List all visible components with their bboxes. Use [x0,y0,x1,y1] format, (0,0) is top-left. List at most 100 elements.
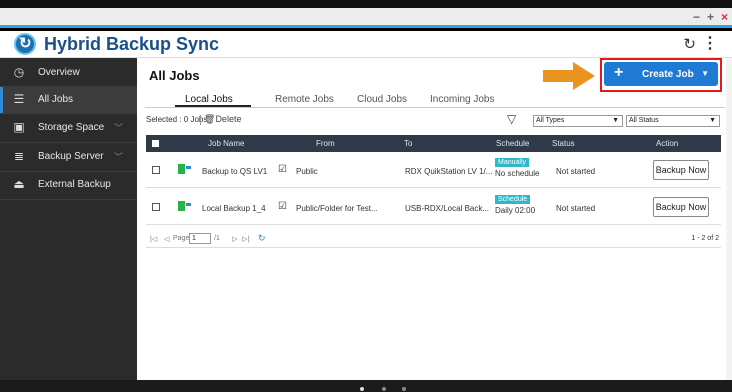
sidebar-divider [0,142,137,143]
dropdown-arrow-icon[interactable]: ▼ [701,69,709,78]
sidebar-item-all-jobs[interactable]: ☰ All Jobs [0,87,137,113]
column-header-status[interactable]: Status [552,139,575,148]
sidebar-divider [0,113,137,114]
last-page-icon[interactable]: ▷| [242,235,249,243]
next-page-icon[interactable]: ▷ [232,235,237,243]
backup-now-button[interactable]: Backup Now [653,197,709,217]
sidebar-item-label: Backup Server [38,151,104,162]
column-header-from[interactable]: From [316,139,335,148]
chevron-down-icon: ﹀ [113,152,123,162]
tab-remote-jobs[interactable]: Remote Jobs [275,94,334,105]
job-name[interactable]: Backup to QS LV1 [202,167,267,176]
app-title: Hybrid Backup Sync [44,34,220,54]
page-title: All Jobs [149,68,200,83]
sidebar-divider [0,199,137,200]
more-icon[interactable]: ⋮ [702,33,718,53]
refresh-list-icon[interactable]: ↻ [258,233,266,244]
refresh-icon[interactable]: ↻ [683,35,696,53]
type-filter-value: All Types [536,117,565,124]
job-status: Not started [556,167,596,176]
list-icon: ☰ [13,92,25,106]
local-backup-icon [178,201,191,211]
job-from: Public/Folder for Test... [296,204,378,213]
sidebar-item-label: All Jobs [38,94,74,105]
select-all-checkbox[interactable] [152,140,159,147]
close-button[interactable]: × [721,10,728,24]
row-checkbox[interactable] [152,203,160,211]
plus-icon: + [614,64,624,81]
top-black-strip [0,0,732,8]
schedule-text: Daily 02:00 [495,206,536,215]
job-name[interactable]: Local Backup 1_4 [202,204,266,213]
job-to: RDX QuikStation LV 1/... [405,167,493,176]
selected-count: Selected : 0 Jobs [146,115,208,124]
maximize-button[interactable]: + [707,10,714,24]
status-filter-select[interactable]: All Status ▼ [626,115,720,127]
sidebar-item-storage-space[interactable]: ▣ Storage Space ﹀ [0,115,137,141]
schedule-text: No schedule [495,169,540,178]
prev-page-icon[interactable]: ◁ [164,235,169,243]
sidebar-item-overview[interactable]: ◷ Overview [0,60,137,86]
job-to: USB-RDX/Local Back... [405,204,490,213]
create-job-button[interactable]: + Create Job ▼ [604,62,718,86]
filter-icon: ▽ [507,112,517,126]
page-label: Page [173,235,190,242]
edit-icon: ☑ [278,201,287,212]
backup-now-button[interactable]: Backup Now [653,160,709,180]
app-header: Hybrid Backup Sync ↻ ⋮ [0,31,732,58]
schedule-badge: Manually [495,158,530,167]
tab-cloud-jobs[interactable]: Cloud Jobs [357,94,407,105]
page-indicator-dot[interactable] [382,387,386,391]
row-checkbox[interactable] [152,166,160,174]
external-drive-icon: ⏏ [13,177,25,191]
tab-local-jobs[interactable]: Local Jobs [185,94,233,105]
minimize-button[interactable]: − [693,10,700,24]
sidebar-item-backup-server[interactable]: ≣ Backup Server ﹀ [0,144,137,170]
page-range: 1 - 2 of 2 [691,235,719,242]
delete-label: Delete [215,114,242,124]
trash-icon: 🗑 [204,114,216,124]
sidebar-item-label: Storage Space [38,122,105,133]
bottom-dock [0,380,732,392]
delete-button[interactable]: 🗑Delete [200,114,241,125]
sidebar-item-external-backup[interactable]: ⏏ External Backup [0,172,137,198]
type-filter-select[interactable]: All Types ▼ [533,115,623,127]
table-header: Job Name From To Schedule Status Action [146,135,721,152]
overview-gauge-icon: ◷ [13,65,25,79]
hbs-logo-icon [14,33,36,55]
table-row[interactable]: Local Backup 1_4 ☑ Public/Folder for Tes… [146,191,721,225]
column-header-schedule[interactable]: Schedule [496,139,529,148]
schedule-badge: Schedule [495,195,531,204]
column-header-to[interactable]: To [404,139,412,148]
page-total: /1 [214,235,220,242]
chevron-down-icon: ▼ [709,117,716,124]
column-header-action: Action [656,139,679,148]
scrollbar[interactable] [726,58,732,392]
window-titlebar: − + × [0,8,732,28]
page-indicator-dot[interactable] [402,387,406,391]
page-indicator-dot[interactable] [360,387,364,391]
active-tab-indicator [175,105,251,107]
server-icon: ≣ [13,149,25,163]
storage-icon: ▣ [13,120,25,134]
create-job-label: Create Job [642,69,694,80]
local-backup-icon [178,164,191,174]
pagination-bar: |◁ ◁ Page 1 /1 ▷ ▷| ↻ 1 - 2 of 2 [146,230,721,248]
table-row[interactable]: Backup to QS LV1 ☑ Public RDX QuikStatio… [146,154,721,188]
pointer-arrow-icon [543,62,595,90]
main-panel: All Jobs + Create Job ▼ Local Jobs Remot… [137,58,732,392]
job-from: Public [296,167,318,176]
sidebar-item-label: External Backup [38,179,111,190]
job-status: Not started [556,204,596,213]
status-filter-value: All Status [629,117,659,124]
first-page-icon[interactable]: |◁ [150,235,157,243]
chevron-down-icon: ▼ [612,117,619,124]
edit-icon: ☑ [278,164,287,175]
sidebar-item-label: Overview [38,67,80,78]
chevron-down-icon: ﹀ [113,123,123,133]
jobs-toolbar: Selected : 0 Jobs 🗑Delete ▽ All Types ▼ … [137,108,732,133]
column-header-job-name[interactable]: Job Name [208,139,244,148]
tab-incoming-jobs[interactable]: Incoming Jobs [430,94,494,105]
sidebar: ◷ Overview ☰ All Jobs ▣ Storage Space ﹀ … [0,58,137,392]
page-number-input[interactable]: 1 [189,233,211,244]
